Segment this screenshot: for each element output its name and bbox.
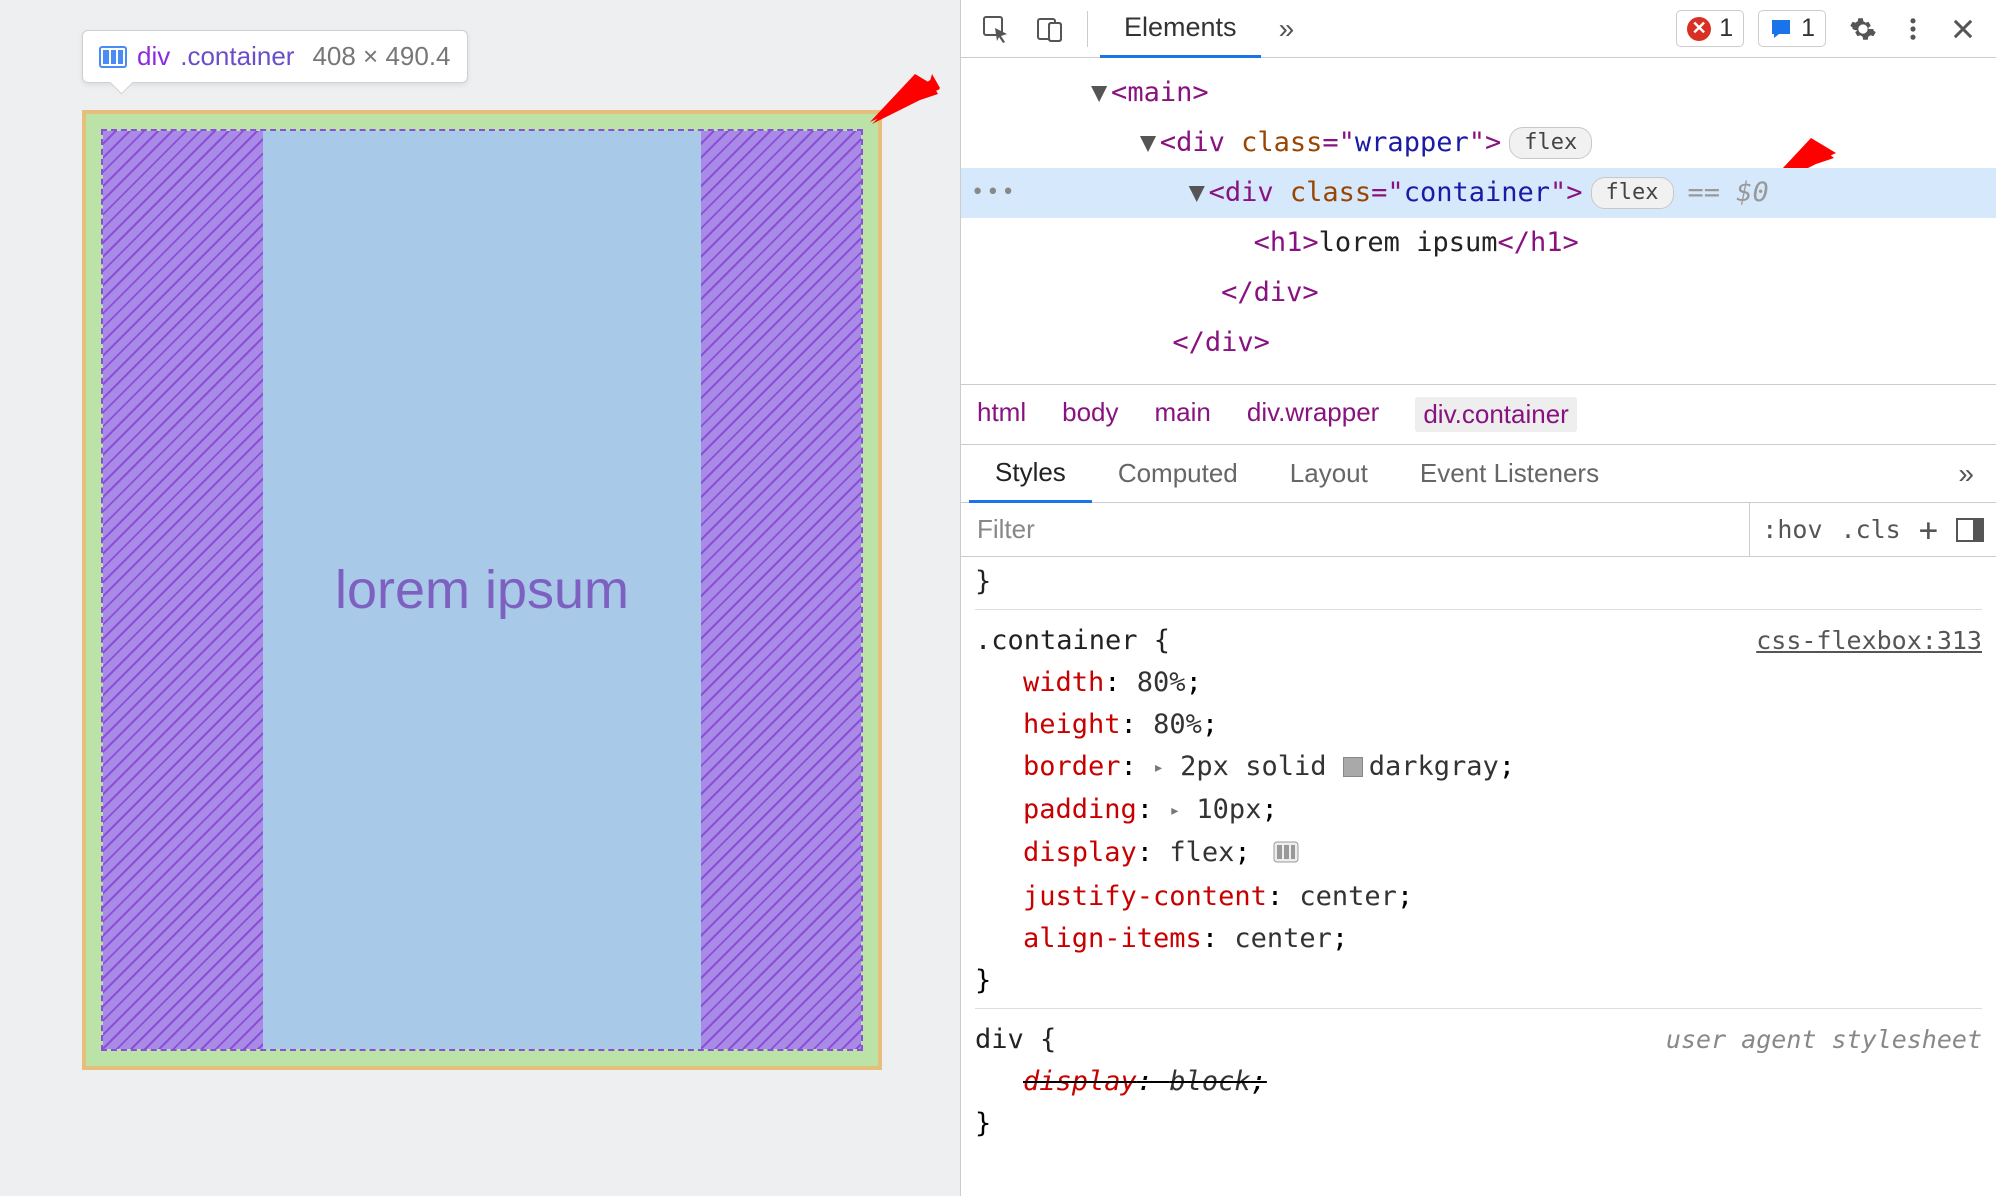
annotation-arrow-icon — [870, 74, 940, 134]
hover-toggle[interactable]: :hov — [1762, 515, 1822, 544]
styles-filter-input[interactable] — [961, 503, 1749, 556]
element-tooltip: div .container 408 × 490.4 — [82, 30, 468, 83]
device-toolbar-button[interactable] — [1025, 6, 1075, 52]
flex-badge[interactable]: flex — [1509, 127, 1592, 159]
divider — [1087, 11, 1088, 47]
rendered-viewport: div .container 408 × 490.4 lorem ipsum — [0, 0, 960, 1196]
rule-close-brace: } — [975, 561, 1982, 603]
rule-source-ua: user agent stylesheet — [1666, 1019, 1982, 1061]
css-declaration-overridden[interactable]: display: block; — [1023, 1061, 1982, 1103]
rule-source-link[interactable]: css-flexbox:313 — [1756, 620, 1982, 662]
tooltip-class: .container — [180, 41, 294, 72]
settings-button[interactable] — [1840, 6, 1886, 52]
subtab-layout[interactable]: Layout — [1264, 445, 1394, 503]
css-declaration[interactable]: padding: ▸ 10px; — [1023, 789, 1982, 832]
dom-tree[interactable]: ▼<main> ▼<div class="wrapper">flex ••• ▼… — [961, 58, 1996, 384]
css-declaration[interactable]: display: flex; — [1023, 832, 1982, 876]
inspect-element-button[interactable] — [971, 6, 1021, 52]
dom-node[interactable]: </div> — [961, 268, 1996, 318]
messages-badge[interactable]: 1 — [1758, 10, 1826, 47]
inspect-overlay-padding: lorem ipsum — [86, 114, 878, 1066]
breadcrumb-item[interactable]: body — [1062, 397, 1118, 432]
rule-close-brace: } — [975, 1103, 1982, 1145]
css-declaration[interactable]: width: 80%; — [1023, 662, 1982, 704]
styles-rules: } .container { css-flexbox:313 width: 80… — [961, 557, 1996, 1196]
css-declaration[interactable]: justify-content: center; — [1023, 876, 1982, 918]
flex-editor-icon[interactable] — [1273, 834, 1299, 876]
dom-node[interactable]: </div> — [961, 318, 1996, 368]
rule-close-brace: } — [975, 960, 1982, 1002]
close-devtools-button[interactable] — [1940, 6, 1986, 52]
flex-badge[interactable]: flex — [1591, 177, 1674, 209]
breadcrumb: html body main div.wrapper div.container — [961, 384, 1996, 445]
cls-toggle[interactable]: .cls — [1841, 515, 1901, 544]
errors-count: 1 — [1719, 14, 1733, 43]
flex-gap-region — [103, 131, 263, 1049]
devtools-panel: Elements » ✕ 1 1 ▼<main> ▼<div class="wr… — [960, 0, 1996, 1196]
dom-node[interactable]: ▼<div class="wrapper">flex — [961, 118, 1996, 168]
subtab-event-listeners[interactable]: Event Listeners — [1394, 445, 1625, 503]
more-tabs-button[interactable]: » — [1265, 13, 1309, 45]
inspect-overlay-content: lorem ipsum — [101, 129, 863, 1051]
new-rule-button[interactable]: + — [1919, 511, 1938, 549]
css-declaration[interactable]: border: ▸ 2px solid darkgray; — [1023, 746, 1982, 789]
message-icon — [1769, 17, 1793, 41]
flex-layout-icon — [99, 46, 127, 68]
dom-node[interactable]: ▼<main> — [961, 68, 1996, 118]
breadcrumb-item-selected[interactable]: div.container — [1415, 397, 1577, 432]
breadcrumb-item[interactable]: main — [1155, 397, 1211, 432]
messages-count: 1 — [1801, 14, 1815, 43]
css-declaration[interactable]: align-items: center; — [1023, 918, 1982, 960]
subtab-computed[interactable]: Computed — [1092, 445, 1264, 503]
devtools-toolbar: Elements » ✕ 1 1 — [961, 0, 1996, 58]
more-subtabs-button[interactable]: » — [1944, 458, 1988, 490]
dom-node[interactable]: <h1>lorem ipsum</h1> — [961, 218, 1996, 268]
css-declaration[interactable]: height: 80%; — [1023, 704, 1982, 746]
dom-node-selected[interactable]: ••• ▼<div class="container">flex== $0 — [961, 168, 1996, 218]
errors-badge[interactable]: ✕ 1 — [1676, 10, 1744, 47]
error-icon: ✕ — [1687, 17, 1711, 41]
css-rule-container[interactable]: .container { css-flexbox:313 width: 80%;… — [975, 609, 1982, 1002]
selected-indicator: == $0 — [1688, 177, 1769, 208]
subtab-styles[interactable]: Styles — [969, 445, 1092, 503]
computed-panel-toggle-icon[interactable] — [1956, 518, 1984, 542]
rule-selector[interactable]: div { — [975, 1019, 1056, 1061]
ellipsis-icon[interactable]: ••• — [971, 168, 1017, 218]
flex-item: lorem ipsum — [263, 131, 701, 1049]
tooltip-dimensions: 408 × 490.4 — [312, 41, 450, 72]
tab-elements[interactable]: Elements — [1100, 0, 1261, 58]
breadcrumb-item[interactable]: div.wrapper — [1247, 397, 1379, 432]
css-rule-div[interactable]: div { user agent stylesheet display: blo… — [975, 1008, 1982, 1145]
kebab-menu-button[interactable] — [1890, 6, 1936, 52]
preview-heading: lorem ipsum — [335, 559, 629, 621]
styles-subtabs: Styles Computed Layout Event Listeners » — [961, 445, 1996, 503]
rule-selector[interactable]: .container { — [975, 620, 1170, 662]
color-swatch-icon[interactable] — [1343, 757, 1363, 777]
inspect-overlay-margin: lorem ipsum — [82, 110, 882, 1070]
tooltip-tag: div — [137, 41, 170, 72]
flex-gap-region — [701, 131, 861, 1049]
styles-filter-row: :hov .cls + — [961, 503, 1996, 557]
breadcrumb-item[interactable]: html — [977, 397, 1026, 432]
